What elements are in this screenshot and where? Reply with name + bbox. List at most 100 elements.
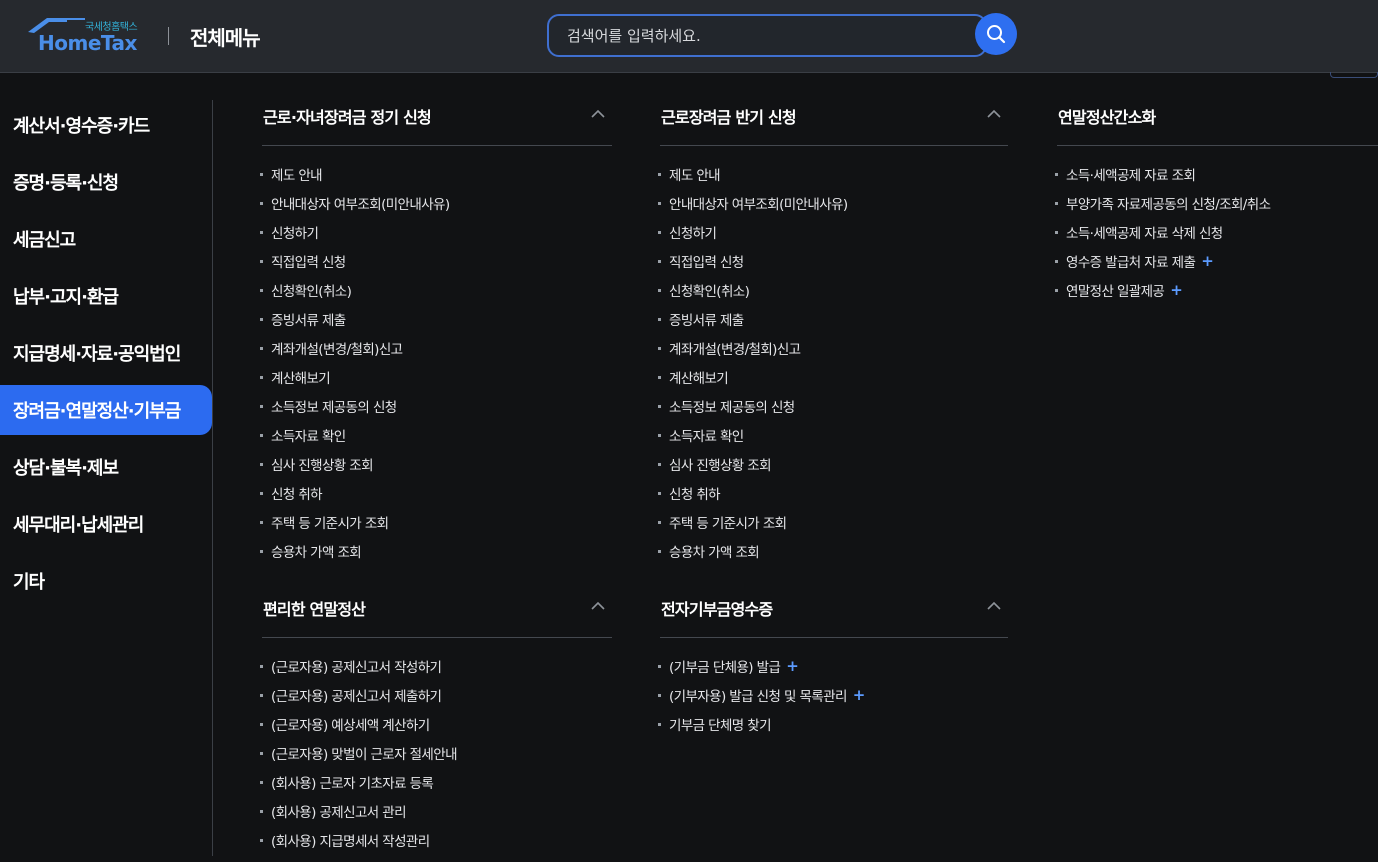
bullet-icon	[658, 375, 661, 379]
search-input[interactable]	[567, 26, 957, 46]
list-item[interactable]: 심사 진행상황 조회	[658, 454, 772, 474]
chevron-up-icon[interactable]	[589, 599, 607, 613]
chevron-up-icon[interactable]	[985, 107, 1003, 121]
list-item[interactable]: 심사 진행상황 조회	[260, 454, 374, 474]
item-label: 승용차 가액 조회	[271, 545, 362, 561]
bullet-icon	[260, 722, 263, 726]
item-label: 승용차 가액 조회	[669, 545, 760, 561]
item-label: 소득정보 제공동의 신청	[271, 400, 397, 416]
item-label: (회사용) 공제신고서 관리	[271, 805, 407, 821]
bullet-icon	[1055, 230, 1058, 234]
list-item[interactable]: 안내대상자 여부조회(미안내사유)	[658, 193, 848, 213]
list-item[interactable]: (근로자용) 맞벌이 근로자 절세안내	[260, 743, 457, 763]
list-item[interactable]: 계산해보기	[260, 367, 331, 387]
list-item[interactable]: 연말정산 일괄제공 +	[1055, 280, 1183, 300]
list-item[interactable]: (회사용) 공제신고서 관리	[260, 801, 407, 821]
list-item[interactable]: 부양가족 자료제공동의 신청/조회/취소	[1055, 193, 1271, 213]
list-item[interactable]: 직접입력 신청	[260, 251, 346, 271]
bullet-icon	[260, 838, 263, 842]
bullet-icon	[260, 693, 263, 697]
nav-item-tax-agent[interactable]: 세무대리·납세관리	[0, 499, 212, 549]
list-item[interactable]: 신청 취하	[260, 483, 323, 503]
item-label: 계산해보기	[271, 371, 331, 387]
list-item[interactable]: 소득정보 제공동의 신청	[260, 396, 397, 416]
item-label: 신청하기	[271, 226, 319, 242]
item-label: (근로자용) 예상세액 계산하기	[271, 718, 430, 734]
list-item[interactable]: 계좌개설(변경/철회)신고	[260, 338, 403, 358]
list-item[interactable]: (근로자용) 예상세액 계산하기	[260, 714, 430, 734]
nav-item-receipts-cards[interactable]: 계산서·영수증·카드	[0, 100, 212, 150]
list-item[interactable]: 소득자료 확인	[658, 425, 744, 445]
item-label: (기부금 단체용) 발급	[669, 660, 781, 676]
chevron-up-icon[interactable]	[589, 107, 607, 121]
section-header: 근로·자녀장려금 정기 신청	[262, 102, 612, 146]
plus-icon[interactable]: +	[786, 657, 799, 675]
list-item[interactable]: 증빙서류 제출	[658, 309, 744, 329]
page-title: 전체메뉴	[190, 26, 261, 50]
list-item[interactable]: (기부자용) 발급 신청 및 목록관리 +	[658, 685, 866, 705]
list-item[interactable]: 소득·세액공제 자료 조회	[1055, 164, 1196, 184]
list-item[interactable]: 신청하기	[658, 222, 717, 242]
nav-item-payment-refund[interactable]: 납부·고지·환급	[0, 271, 212, 321]
bullet-icon	[260, 172, 263, 176]
bullet-icon	[658, 433, 661, 437]
list-item[interactable]: 승용차 가액 조회	[658, 541, 760, 561]
section-title: 근로·자녀장려금 정기 신청	[263, 108, 432, 127]
list-item[interactable]: 직접입력 신청	[658, 251, 744, 271]
nav-item-tax-filing[interactable]: 세금신고	[0, 214, 212, 264]
nav-item-payment-statements[interactable]: 지급명세·자료·공익법인	[0, 328, 212, 378]
section-header: 편리한 연말정산	[262, 594, 612, 638]
item-label: (기부자용) 발급 신청 및 목록관리	[669, 689, 847, 705]
plus-icon[interactable]: +	[1170, 281, 1183, 299]
bullet-icon	[260, 346, 263, 350]
bullet-icon	[260, 433, 263, 437]
nav-item-incentives-yearend[interactable]: 장려금·연말정산·기부금	[0, 385, 212, 435]
section-title: 전자기부금영수증	[661, 600, 773, 619]
item-label: 주택 등 기준시가 조회	[669, 516, 787, 532]
section-header: 전자기부금영수증	[660, 594, 1008, 638]
list-item[interactable]: 주택 등 기준시가 조회	[658, 512, 787, 532]
list-item[interactable]: 신청 취하	[658, 483, 721, 503]
item-label: 영수증 발급처 자료 제출	[1066, 255, 1196, 271]
list-item[interactable]: 신청확인(취소)	[260, 280, 352, 300]
list-item[interactable]: 소득정보 제공동의 신청	[658, 396, 795, 416]
plus-icon[interactable]: +	[853, 686, 866, 704]
list-item[interactable]: (기부금 단체용) 발급 +	[658, 656, 799, 676]
list-item[interactable]: 계좌개설(변경/철회)신고	[658, 338, 801, 358]
bullet-icon	[260, 520, 263, 524]
list-item[interactable]: 증빙서류 제출	[260, 309, 346, 329]
plus-icon[interactable]: +	[1201, 252, 1214, 270]
list-item[interactable]: 안내대상자 여부조회(미안내사유)	[260, 193, 450, 213]
header-divider	[168, 27, 169, 45]
list-item[interactable]: (회사용) 지급명세서 작성관리	[260, 830, 430, 850]
hometax-logo[interactable]: 국세청홈택스 HomeTax	[27, 16, 147, 56]
bullet-icon	[260, 751, 263, 755]
nav-item-etc[interactable]: 기타	[0, 556, 212, 606]
item-label: 직접입력 신청	[669, 255, 744, 271]
list-item[interactable]: 주택 등 기준시가 조회	[260, 512, 389, 532]
bullet-icon	[658, 491, 661, 495]
list-item[interactable]: (근로자용) 공제신고서 작성하기	[260, 656, 442, 676]
search-button[interactable]	[975, 13, 1017, 55]
item-label: (근로자용) 맞벌이 근로자 절세안내	[271, 747, 457, 763]
chevron-up-icon[interactable]	[985, 599, 1003, 613]
nav-item-certificates[interactable]: 증명·등록·신청	[0, 157, 212, 207]
item-label: 신청하기	[669, 226, 717, 242]
list-item[interactable]: 제도 안내	[260, 164, 323, 184]
list-item[interactable]: (회사용) 근로자 기초자료 등록	[260, 772, 434, 792]
nav-item-consultation[interactable]: 상담·불복·제보	[0, 442, 212, 492]
list-item[interactable]: 계산해보기	[658, 367, 729, 387]
list-item[interactable]: 제도 안내	[658, 164, 721, 184]
list-item[interactable]: 신청확인(취소)	[658, 280, 750, 300]
list-item[interactable]: 소득·세액공제 자료 삭제 신청	[1055, 222, 1223, 242]
bullet-icon	[260, 780, 263, 784]
list-item[interactable]: 기부금 단체명 찾기	[658, 714, 772, 734]
list-item[interactable]: 승용차 가액 조회	[260, 541, 362, 561]
list-item[interactable]: 소득자료 확인	[260, 425, 346, 445]
list-item[interactable]: (근로자용) 공제신고서 제출하기	[260, 685, 442, 705]
list-item[interactable]: 신청하기	[260, 222, 319, 242]
list-item[interactable]: 영수증 발급처 자료 제출 +	[1055, 251, 1214, 271]
section-header: 연말정산간소화	[1057, 102, 1378, 146]
bullet-icon	[658, 722, 661, 726]
bullet-icon	[658, 462, 661, 466]
